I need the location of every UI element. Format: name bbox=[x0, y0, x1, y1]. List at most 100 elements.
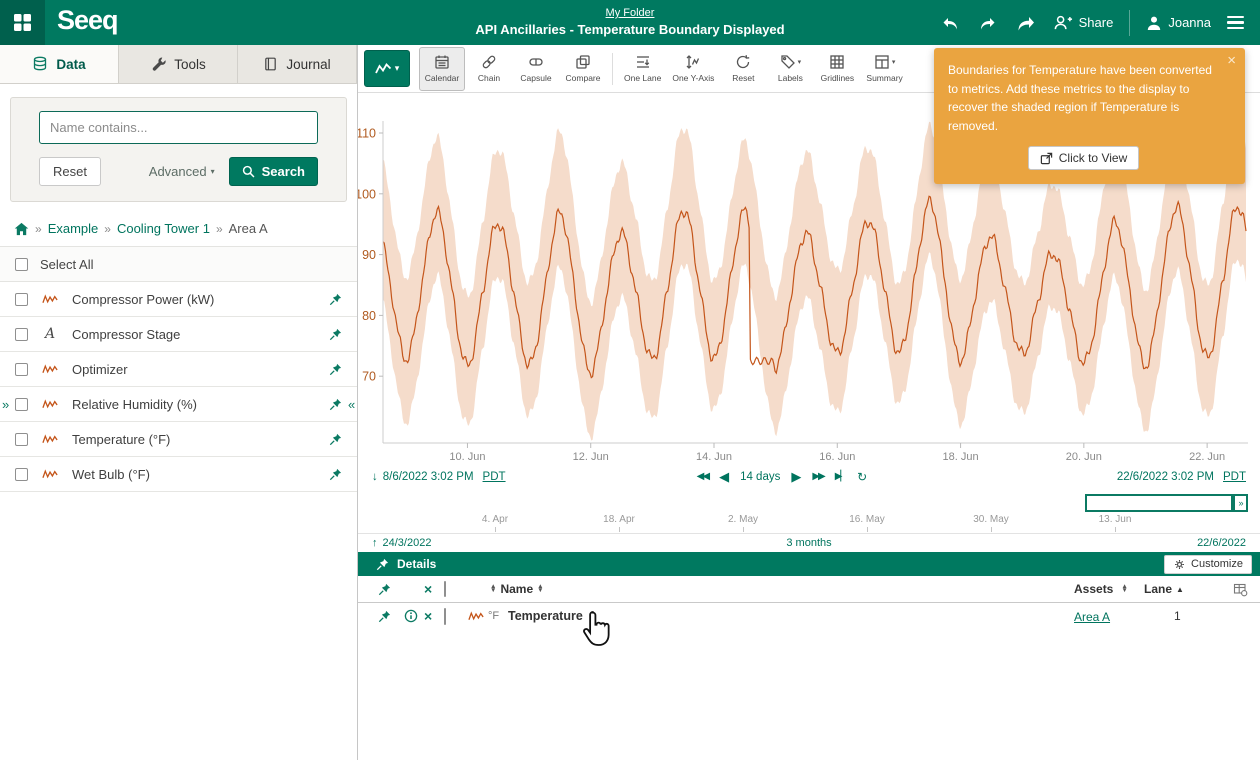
skip-forward-icon[interactable]: ▶▶ bbox=[812, 471, 823, 482]
toolbar-button-calendar[interactable]: Calendar bbox=[419, 47, 465, 91]
remove-all-icon[interactable]: × bbox=[424, 581, 432, 597]
search-button[interactable]: Search bbox=[229, 157, 318, 186]
pin-icon[interactable] bbox=[329, 328, 342, 341]
redo-button[interactable] bbox=[971, 10, 1004, 36]
pin-icon[interactable] bbox=[329, 433, 342, 446]
timeline-range-selector[interactable]: » bbox=[1085, 494, 1233, 512]
pin-icon[interactable] bbox=[378, 610, 391, 623]
sort-icon[interactable]: ▲▼ bbox=[537, 585, 543, 593]
pin-icon[interactable] bbox=[329, 468, 342, 481]
select-all-row: Select All bbox=[0, 246, 357, 282]
toolbar-button-compare[interactable]: Compare bbox=[560, 47, 606, 91]
item-label: Optimizer bbox=[72, 362, 128, 377]
range-end[interactable]: 22/6/2022 3:02 PM PDT bbox=[1117, 471, 1246, 483]
info-icon[interactable] bbox=[404, 609, 418, 623]
timeline-range-handle[interactable]: » bbox=[1233, 494, 1248, 512]
item-checkbox[interactable] bbox=[15, 468, 28, 481]
item-checkbox[interactable] bbox=[15, 363, 28, 376]
sort-icon[interactable]: ▲▼ bbox=[1121, 585, 1127, 593]
timeline-duration[interactable]: 3 months bbox=[786, 537, 831, 549]
pin-icon[interactable] bbox=[376, 558, 389, 571]
timezone-link[interactable]: PDT bbox=[1223, 471, 1246, 483]
open-view-icon bbox=[1040, 152, 1053, 165]
user-menu-button[interactable]: Joanna bbox=[1140, 11, 1217, 35]
my-folder-link[interactable]: My Folder bbox=[606, 7, 655, 19]
customize-button[interactable]: Customize bbox=[1164, 555, 1252, 574]
range-start[interactable]: ↓ 8/6/2022 3:02 PM PDT bbox=[372, 471, 506, 483]
column-lane[interactable]: Lane bbox=[1144, 582, 1172, 596]
range-start-value[interactable]: 8/6/2022 3:02 PM bbox=[383, 471, 474, 483]
reset-button[interactable]: Reset bbox=[39, 157, 101, 186]
tab-journal[interactable]: Journal bbox=[238, 45, 357, 83]
search-input[interactable] bbox=[39, 111, 318, 144]
step-back-icon[interactable]: ◀ bbox=[719, 469, 729, 485]
search-icon bbox=[242, 165, 255, 178]
timeline-start[interactable]: 24/3/2022 bbox=[383, 537, 432, 549]
gridlines-icon bbox=[829, 54, 845, 70]
collapse-sidebar-chevron[interactable]: « bbox=[348, 398, 355, 411]
list-item[interactable]: Wet Bulb (°F) bbox=[0, 457, 357, 492]
sort-icon[interactable]: ▲▼ bbox=[490, 585, 496, 593]
refresh-icon[interactable]: ↻ bbox=[857, 470, 867, 484]
column-name[interactable]: Name bbox=[500, 582, 533, 596]
item-checkbox[interactable] bbox=[15, 433, 28, 446]
timezone-link[interactable]: PDT bbox=[483, 471, 506, 483]
toolbar-button-gridlines[interactable]: Gridlines bbox=[814, 47, 860, 91]
toolbar-button-one-lane[interactable]: One Lane bbox=[619, 47, 666, 91]
toolbar-button-chain[interactable]: Chain bbox=[466, 47, 512, 91]
toolbar-button-summary[interactable]: ▾ Summary bbox=[861, 47, 907, 91]
breadcrumb-cooling-tower[interactable]: Cooling Tower 1 bbox=[117, 221, 210, 236]
details-table-row[interactable]: × °F Temperature Area A 1 bbox=[358, 603, 1260, 629]
remove-item-icon[interactable]: × bbox=[424, 608, 432, 624]
pin-icon[interactable] bbox=[329, 293, 342, 306]
undo-button[interactable] bbox=[934, 10, 967, 36]
select-all-checkbox[interactable] bbox=[15, 258, 28, 271]
toolbar-button-reset[interactable]: Reset bbox=[720, 47, 766, 91]
apps-grid-icon[interactable] bbox=[0, 0, 45, 45]
item-checkbox[interactable] bbox=[15, 328, 28, 341]
table-settings-icon[interactable] bbox=[1233, 582, 1248, 597]
toolbar-button-capsule[interactable]: Capsule bbox=[513, 47, 559, 91]
list-item[interactable]: A Compressor Stage bbox=[0, 317, 357, 352]
asset-link[interactable]: Area A bbox=[1074, 610, 1110, 624]
pin-icon[interactable] bbox=[378, 583, 391, 596]
column-assets[interactable]: Assets bbox=[1074, 582, 1113, 596]
header-checkbox[interactable] bbox=[444, 581, 446, 597]
breadcrumb-example[interactable]: Example bbox=[48, 221, 99, 236]
timeline-end[interactable]: 22/6/2022 bbox=[1197, 537, 1246, 549]
list-item[interactable]: Relative Humidity (%) bbox=[0, 387, 357, 422]
item-checkbox[interactable] bbox=[15, 293, 28, 306]
range-duration[interactable]: 14 days bbox=[740, 471, 780, 483]
jump-to-end-icon[interactable]: ▶▏ bbox=[835, 471, 846, 482]
tab-tools-label: Tools bbox=[174, 57, 206, 72]
chevron-down-icon: ▾ bbox=[395, 63, 400, 74]
seeq-logo[interactable]: Seeq bbox=[45, 5, 134, 40]
tab-tools[interactable]: Tools bbox=[119, 45, 238, 83]
forward-button[interactable] bbox=[1008, 10, 1043, 36]
list-item[interactable]: Temperature (°F) bbox=[0, 422, 357, 457]
sort-asc-icon[interactable]: ▲ bbox=[1176, 585, 1184, 594]
list-item[interactable]: Optimizer bbox=[0, 352, 357, 387]
hamburger-menu-button[interactable] bbox=[1221, 12, 1250, 33]
click-to-view-button[interactable]: Click to View bbox=[1028, 146, 1139, 170]
tab-data[interactable]: Data bbox=[0, 45, 119, 83]
expand-panel-chevron[interactable]: » bbox=[2, 398, 9, 411]
list-item[interactable]: Compressor Power (kW) bbox=[0, 282, 357, 317]
step-forward-icon[interactable]: ▶ bbox=[791, 469, 801, 485]
item-checkbox[interactable] bbox=[15, 398, 28, 411]
details-table-header: × ▲▼ Name ▲▼ Assets ▲▼ Lane ▲ bbox=[358, 576, 1260, 603]
home-icon[interactable] bbox=[14, 222, 29, 236]
display-type-dropdown[interactable]: ▾ bbox=[364, 50, 410, 87]
close-icon[interactable]: × bbox=[1227, 53, 1236, 68]
investigate-timeline[interactable]: 4. Apr 18. Apr 2. May 16. May 30. May 13… bbox=[358, 488, 1260, 533]
pin-icon[interactable] bbox=[329, 398, 342, 411]
skip-back-icon[interactable]: ◀◀ bbox=[697, 471, 708, 482]
advanced-dropdown[interactable]: Advanced ▾ bbox=[149, 164, 215, 179]
row-name[interactable]: Temperature bbox=[508, 609, 583, 623]
toolbar-button-one-y-axis[interactable]: One Y-Axis bbox=[667, 47, 719, 91]
toolbar-button-labels[interactable]: ▾ Labels bbox=[767, 47, 813, 91]
share-button[interactable]: Share bbox=[1047, 10, 1120, 35]
row-checkbox[interactable] bbox=[444, 608, 446, 625]
range-end-value[interactable]: 22/6/2022 3:02 PM bbox=[1117, 471, 1214, 483]
pin-icon[interactable] bbox=[329, 363, 342, 376]
